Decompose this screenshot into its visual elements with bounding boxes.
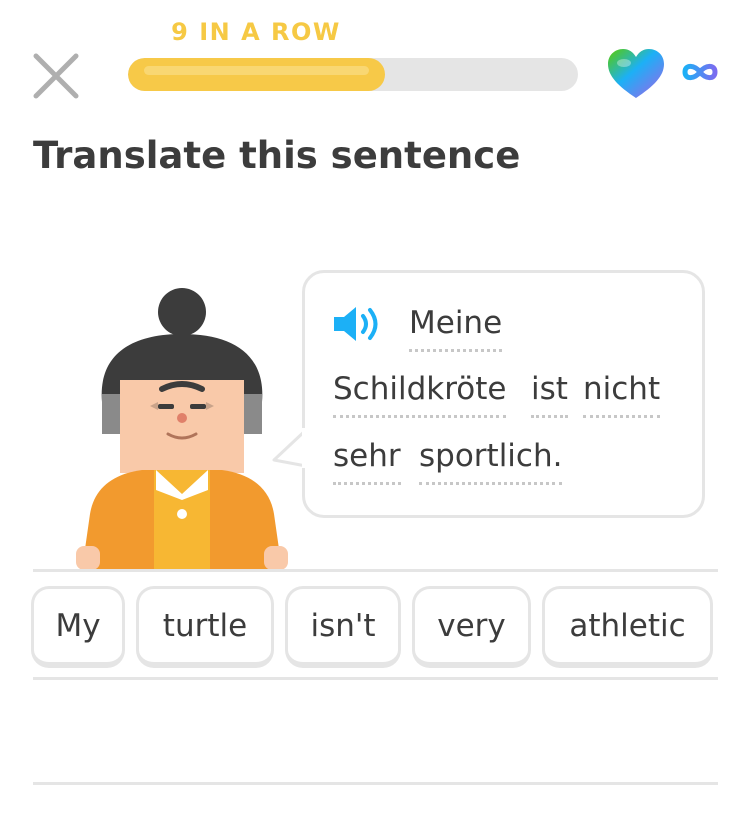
character-illustration [76,288,288,570]
sentence-word[interactable]: ist [531,371,568,418]
progress-bar [128,58,578,91]
sentence-word[interactable]: nicht [583,371,661,418]
heart-icon [608,49,664,98]
hearts-count [680,60,720,84]
word-chip[interactable]: isn't [285,586,401,668]
sentence-word[interactable]: sportlich. [419,438,563,485]
answer-line [33,677,718,680]
close-button[interactable] [30,50,82,102]
word-chip[interactable]: turtle [136,586,274,668]
play-audio-button[interactable] [330,303,386,345]
sentence-word[interactable]: Meine [409,305,503,352]
sentence-word[interactable]: sehr [333,438,401,485]
progress-shine [144,66,369,75]
answer-line [33,782,718,785]
word-chip[interactable]: athletic [542,586,713,668]
word-chip[interactable]: very [412,586,531,668]
page-title: Translate this sentence [33,134,521,177]
streak-label: 9 IN A ROW [171,18,341,46]
speaker-icon [334,307,378,341]
sentence-word[interactable]: Schildkröte [333,371,507,418]
speech-bubble-tail [272,428,310,468]
progress-fill [128,58,385,91]
close-icon [33,53,79,99]
infinity-icon [682,63,718,81]
answer-line [33,569,718,572]
word-chip[interactable]: My [31,586,125,668]
